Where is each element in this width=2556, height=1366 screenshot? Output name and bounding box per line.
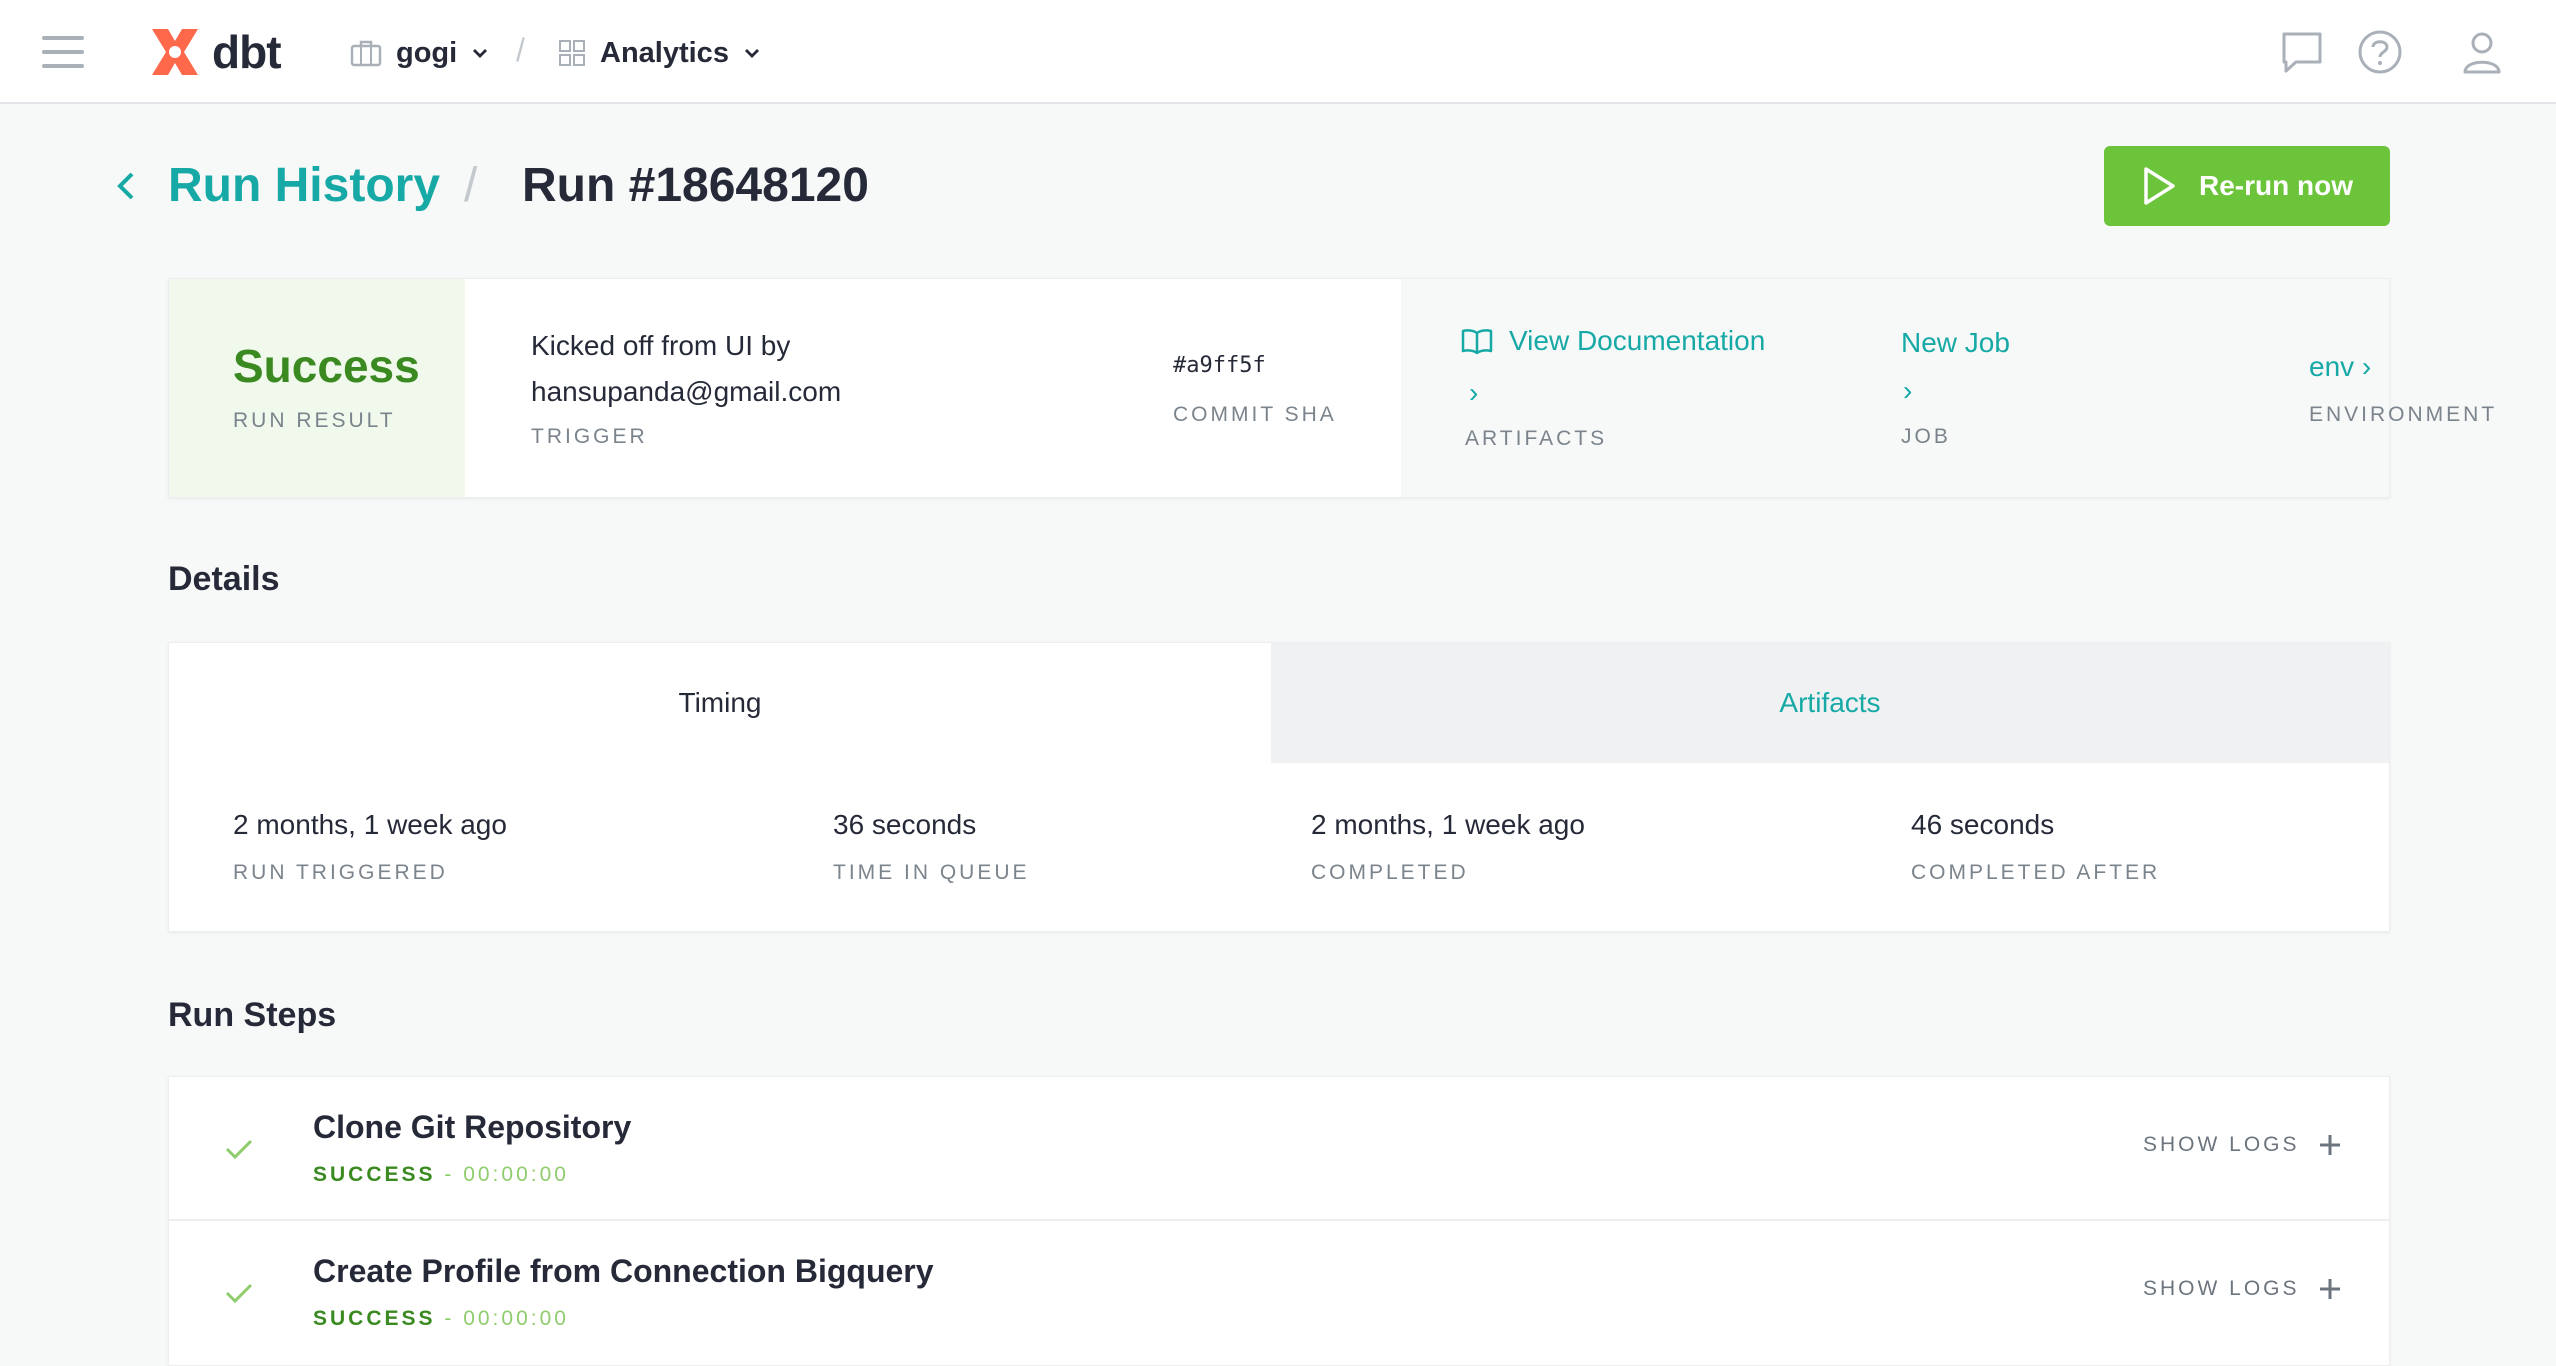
job-label: JOB <box>1901 425 1951 448</box>
view-documentation-link[interactable]: View Documentation <box>1461 325 1765 357</box>
account-switcher[interactable]: gogi <box>350 30 489 76</box>
run-result-value: Success <box>233 340 420 392</box>
time-in-queue-value: 36 seconds <box>833 809 977 840</box>
breadcrumb-separator: / <box>464 159 478 212</box>
chat-icon[interactable] <box>2276 26 2328 78</box>
show-logs-button[interactable]: SHOW LOGS <box>2143 1133 2342 1157</box>
tab-artifacts[interactable]: Artifacts <box>1271 643 2389 763</box>
details-card: Timing Artifacts 2 months, 1 week ago RU… <box>168 642 2390 932</box>
trigger-value: Kicked off from UI by hansupanda@gmail.c… <box>531 330 842 407</box>
logo-text: dbt <box>212 26 282 78</box>
step-status-separator: - <box>435 1163 464 1186</box>
step-status-text: SUCCESS <box>313 1307 436 1330</box>
job-link[interactable]: New Job <box>1901 327 2010 359</box>
project-name: Analytics <box>600 36 729 69</box>
play-icon <box>2144 167 2175 205</box>
check-icon <box>225 1139 253 1160</box>
run-triggered-label: RUN TRIGGERED <box>233 861 448 884</box>
user-icon[interactable] <box>2456 26 2508 78</box>
tab-timing[interactable]: Timing <box>169 643 1271 763</box>
book-icon <box>1461 329 1493 355</box>
project-switcher[interactable]: Analytics <box>558 30 761 76</box>
page-title: Run #18648120 <box>522 159 869 212</box>
dbt-logo[interactable]: dbt <box>146 22 282 82</box>
completed-after-value: 46 seconds <box>1911 809 2055 840</box>
trigger-label: TRIGGER <box>531 425 648 448</box>
environment-link[interactable]: env › <box>2309 351 2371 383</box>
commit-sha-value: #a9ff5f <box>1173 353 1266 378</box>
tab-timing-label: Timing <box>678 687 762 718</box>
step-duration: 00:00:00 <box>463 1163 569 1186</box>
briefcase-icon <box>350 40 382 67</box>
step-duration: 00:00:00 <box>463 1307 569 1330</box>
artifacts-label: ARTIFACTS <box>1465 427 1608 450</box>
step-status: SUCCESS - 00:00:00 <box>313 1163 569 1187</box>
chevron-down-icon <box>744 49 759 58</box>
run-history-link[interactable]: Run History <box>168 158 440 213</box>
run-result-box: Success RUN RESULT <box>169 279 465 497</box>
back-chevron-icon[interactable] <box>112 168 142 204</box>
show-logs-label: SHOW LOGS <box>2143 1277 2300 1300</box>
dbt-logo-mark-icon <box>152 29 198 75</box>
run-steps-heading: Run Steps <box>168 996 337 1034</box>
step-row[interactable]: Create Profile from Connection Bigquery … <box>169 1219 2389 1361</box>
breadcrumb-separator: / <box>516 32 525 68</box>
run-summary-card: Success RUN RESULT Kicked off from UI by… <box>168 278 2494 498</box>
rerun-now-button[interactable]: Re-run now <box>2104 146 2390 226</box>
check-icon <box>225 1283 253 1304</box>
chevron-down-icon <box>473 49 488 58</box>
step-status: SUCCESS - 00:00:00 <box>313 1307 569 1331</box>
plus-icon <box>2319 1279 2340 1299</box>
commit-sha-label: COMMIT SHA <box>1173 403 1337 426</box>
show-logs-button[interactable]: SHOW LOGS <box>2143 1277 2342 1301</box>
rerun-now-label: Re-run now <box>2199 170 2353 201</box>
view-documentation-label: View Documentation <box>1509 325 1766 356</box>
links-panel <box>1401 279 2389 497</box>
step-status-text: SUCCESS <box>313 1163 436 1186</box>
environment-label: ENVIRONMENT <box>2309 403 2498 426</box>
run-steps-list: Clone Git Repository SUCCESS - 00:00:00 … <box>168 1076 2390 1366</box>
completed-after-label: COMPLETED AFTER <box>1911 861 2161 884</box>
completed-label: COMPLETED <box>1311 861 1469 884</box>
account-name: gogi <box>396 36 458 69</box>
help-icon[interactable] <box>2354 26 2406 78</box>
plus-icon <box>2319 1135 2340 1155</box>
tab-artifacts-label: Artifacts <box>1779 687 1881 718</box>
grid-icon <box>559 40 585 66</box>
show-logs-label: SHOW LOGS <box>2143 1133 2300 1156</box>
chevron-right-icon[interactable]: › <box>1469 377 1478 409</box>
top-navbar: dbt gogi / Analytics <box>0 0 2556 104</box>
step-row[interactable]: Clone Git Repository SUCCESS - 00:00:00 … <box>169 1077 2389 1219</box>
step-name: Create Profile from Connection Bigquery <box>313 1253 934 1289</box>
time-in-queue-label: TIME IN QUEUE <box>833 861 1030 884</box>
run-result-label: RUN RESULT <box>233 409 396 432</box>
menu-icon[interactable] <box>42 34 86 70</box>
details-heading: Details <box>168 560 280 598</box>
run-triggered-value: 2 months, 1 week ago <box>233 809 507 840</box>
completed-value: 2 months, 1 week ago <box>1311 809 1585 840</box>
step-name: Clone Git Repository <box>313 1109 632 1145</box>
step-status-separator: - <box>435 1307 464 1330</box>
chevron-right-icon[interactable]: › <box>1903 375 1912 407</box>
